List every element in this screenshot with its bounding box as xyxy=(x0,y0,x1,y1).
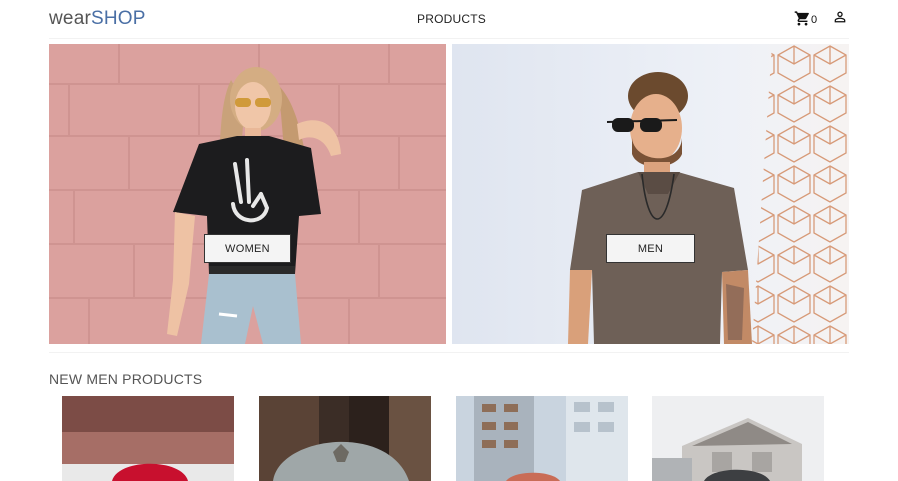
women-button[interactable]: WOMEN xyxy=(204,234,291,263)
women-category-banner[interactable]: WOMEN xyxy=(49,44,446,344)
nav-products-link[interactable]: PRODUCTS xyxy=(417,12,486,26)
logo-wear-text: wear xyxy=(49,8,91,29)
women-photo xyxy=(49,44,446,344)
site-logo[interactable]: wearSHOP xyxy=(49,8,146,30)
men-photo xyxy=(452,44,849,344)
product-image xyxy=(652,396,824,481)
person-icon xyxy=(834,11,846,23)
logo-shop-text: SHOP xyxy=(90,8,146,29)
site-header: wearSHOP PRODUCTS 0 xyxy=(0,0,898,38)
product-card[interactable] xyxy=(62,396,234,481)
product-image xyxy=(62,396,234,481)
account-button[interactable] xyxy=(832,9,848,25)
cart-icon xyxy=(794,11,809,26)
cart-button[interactable]: 0 xyxy=(794,9,817,27)
product-image xyxy=(456,396,628,481)
hero-divider xyxy=(49,352,849,353)
cart-count: 0 xyxy=(811,14,818,26)
men-button[interactable]: MEN xyxy=(606,234,695,263)
section-title: NEW MEN PRODUCTS xyxy=(49,371,203,387)
product-card[interactable] xyxy=(456,396,628,481)
men-category-banner[interactable]: MEN xyxy=(452,44,849,344)
product-image xyxy=(259,396,431,481)
header-divider xyxy=(49,38,849,39)
product-card[interactable] xyxy=(259,396,431,481)
product-card[interactable] xyxy=(652,396,824,481)
